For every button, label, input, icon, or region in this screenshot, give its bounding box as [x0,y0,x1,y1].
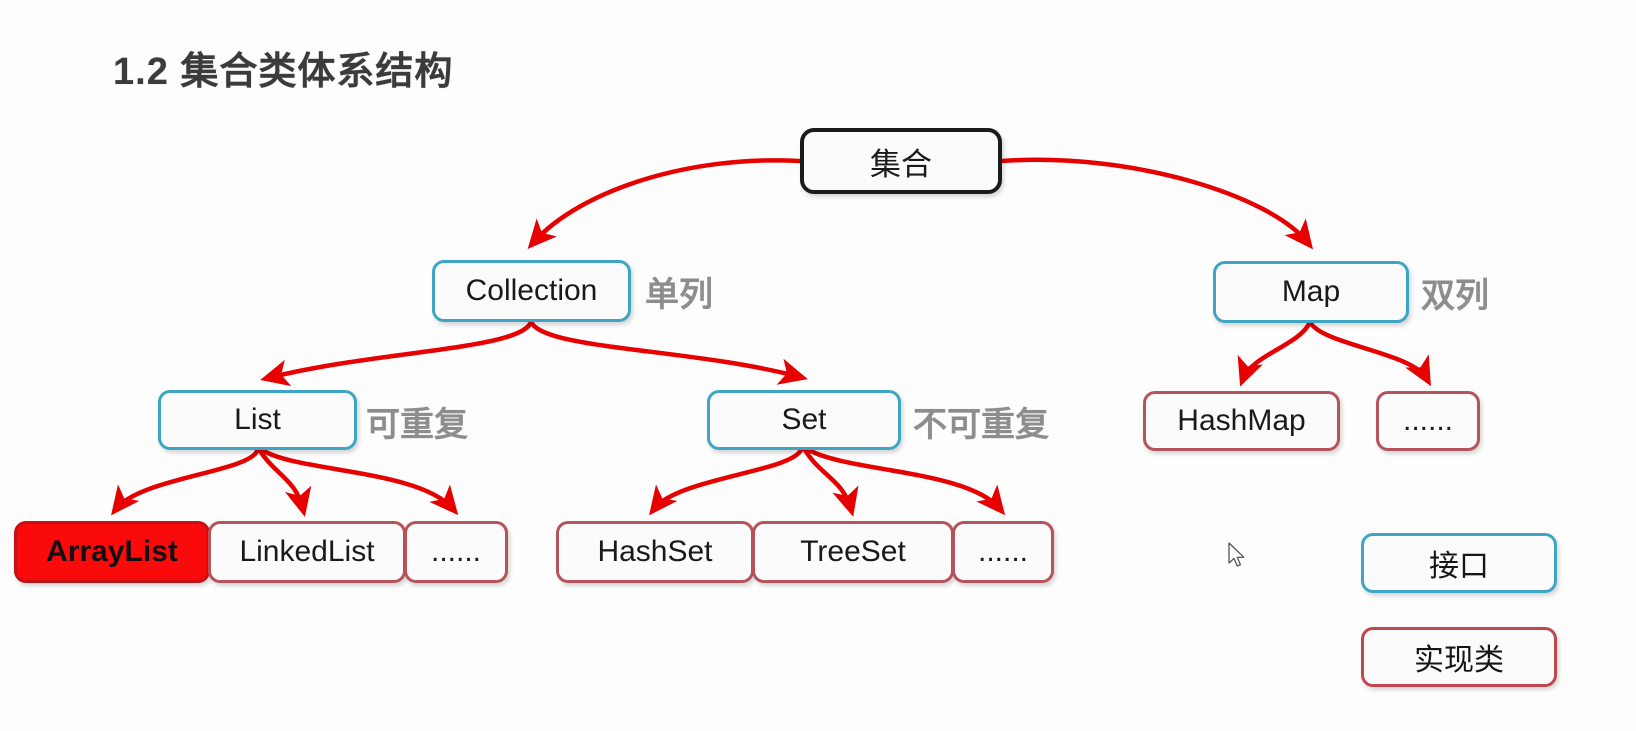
node-label: HashMap [1177,404,1306,437]
node-label: Set [781,403,827,436]
node-collection[interactable]: Collection [432,260,631,322]
node-label: ...... [977,535,1028,568]
node-hashmap[interactable]: HashMap [1143,391,1340,451]
node-label: ...... [1402,404,1453,437]
node-root-collection[interactable]: 集合 [800,128,1002,194]
node-linkedlist[interactable]: LinkedList [208,521,406,583]
diagram-canvas: 1.2 集合类体系结构 集合 Collection 单列 Map 双列 List… [0,0,1636,731]
node-arraylist[interactable]: ArrayList [14,521,210,583]
node-label: TreeSet [800,535,906,568]
node-map-ellipsis[interactable]: ...... [1376,391,1480,451]
page-title: 1.2 集合类体系结构 [113,51,454,93]
legend-label: 实现类 [1414,644,1504,677]
node-list[interactable]: List [158,390,357,450]
node-treeset[interactable]: TreeSet [752,521,954,583]
node-label: ...... [430,535,481,568]
annotation-list-repeatable: 可重复 [366,406,468,444]
legend-implementation[interactable]: 实现类 [1361,627,1557,687]
node-label: HashSet [597,535,713,568]
node-label: Collection [465,274,598,307]
node-set-ellipsis[interactable]: ...... [952,521,1054,583]
node-hashset[interactable]: HashSet [556,521,754,583]
node-label: Map [1281,275,1341,308]
connector-arrows [111,157,1431,517]
mouse-cursor [1228,542,1245,567]
node-label: LinkedList [239,535,375,568]
node-label: 集合 [870,146,932,182]
annotation-collection-single-column: 单列 [645,276,713,314]
node-list-ellipsis[interactable]: ...... [404,521,508,583]
node-label: ArrayList [46,535,178,568]
annotation-map-double-column: 双列 [1421,277,1489,315]
node-map[interactable]: Map [1213,261,1409,323]
legend-label: 接口 [1429,550,1489,583]
annotation-set-not-repeatable: 不可重复 [913,406,1049,444]
node-set[interactable]: Set [707,390,901,450]
legend-interface[interactable]: 接口 [1361,533,1557,593]
node-label: List [234,403,281,436]
